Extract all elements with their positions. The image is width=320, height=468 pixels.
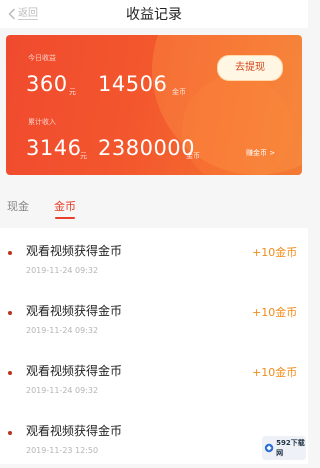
record-list: 观看视频获得金币 2019-11-24 09:32 +10金币 观看视频获得金币… — [0, 228, 308, 464]
total-cash-unit: 元 — [80, 152, 87, 160]
total-cash-value: 3146 — [26, 136, 82, 160]
record-amount: +10金币 — [252, 246, 298, 259]
total-coins-value: 2380000 — [98, 136, 196, 160]
record-tabs: 现金 金币 — [0, 198, 308, 219]
today-earnings-label: 今日收益 — [28, 54, 56, 62]
today-cash-value: 360 — [26, 72, 68, 96]
today-coins-value: 14506 — [98, 72, 168, 96]
total-coins-unit: 金币 — [186, 152, 200, 160]
watermark-logo-icon — [264, 443, 274, 453]
total-income-label: 累计收入 — [28, 118, 56, 126]
earnings-summary-card: 今日收益 360 元 14506 金币 去提现 累计收入 3146 元 2380… — [6, 35, 302, 175]
withdraw-button[interactable]: 去提现 — [217, 55, 283, 81]
record-title: 观看视频获得金币 — [26, 244, 123, 258]
page-title: 收益记录 — [126, 7, 182, 23]
record-title: 观看视频获得金币 — [26, 424, 123, 438]
watermark-text: 592下载网 — [276, 439, 305, 457]
record-title: 观看视频获得金币 — [26, 304, 123, 318]
bullet-dot — [8, 251, 12, 255]
record-amount: +10金币 — [252, 306, 298, 319]
bullet-dot — [8, 431, 12, 435]
earn-coins-link[interactable]: 赚金币 > — [246, 148, 275, 158]
list-item[interactable]: 观看视频获得金币 2019-11-24 09:32 +10金币 — [0, 228, 308, 288]
bullet-dot — [8, 371, 12, 375]
tab-cash[interactable]: 现金 — [7, 198, 29, 214]
active-tab-indicator — [55, 217, 75, 219]
record-time: 2019-11-24 09:32 — [26, 326, 99, 335]
record-title: 观看视频获得金币 — [26, 364, 123, 378]
top-bar: 返回 收益记录 — [0, 0, 308, 28]
list-item[interactable]: 观看视频获得金币 2019-11-24 09:32 +10金币 — [0, 348, 308, 408]
today-coins-unit: 金币 — [172, 88, 186, 96]
record-time: 2019-11-24 09:32 — [26, 266, 99, 275]
record-time: 2019-11-24 09:32 — [26, 386, 99, 395]
today-cash-unit: 元 — [69, 88, 76, 96]
list-item[interactable]: 观看视频获得金币 2019-11-24 09:32 +10金币 — [0, 288, 308, 348]
record-time: 2019-11-23 12:50 — [26, 446, 99, 455]
record-amount: +10金币 — [252, 366, 298, 379]
site-watermark: 592下载网 — [262, 436, 306, 460]
bullet-dot — [8, 311, 12, 315]
tab-coins[interactable]: 金币 — [54, 198, 76, 214]
